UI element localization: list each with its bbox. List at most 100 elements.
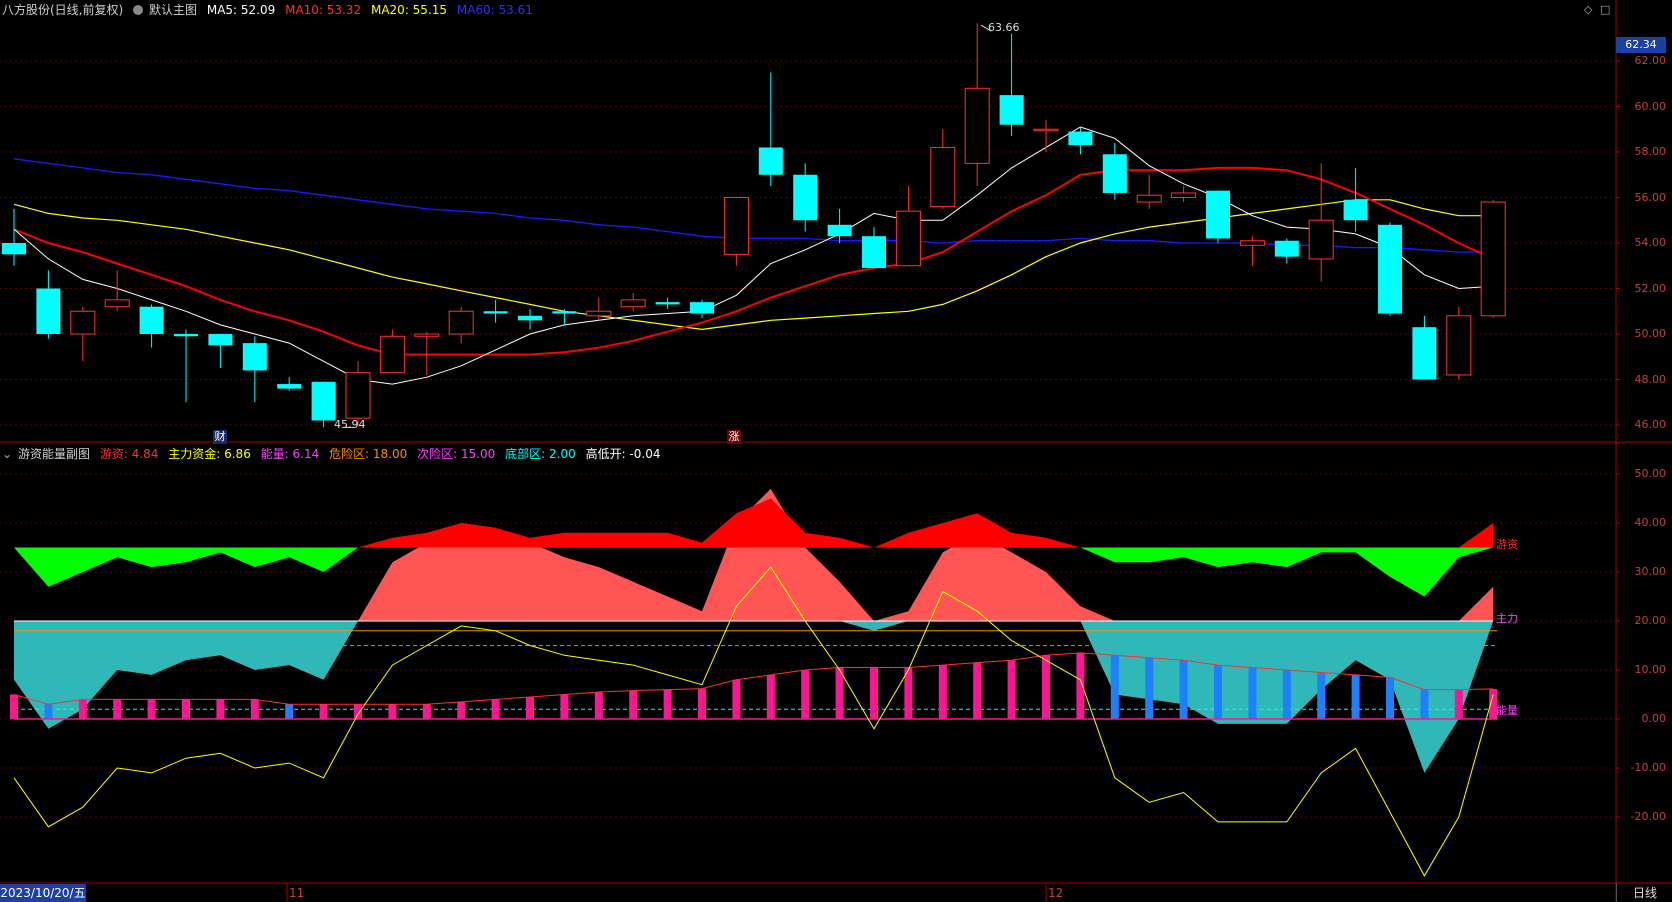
- price-chart[interactable]: [2, 23, 1506, 428]
- gear-icon[interactable]: [133, 5, 144, 15]
- candle: [139, 304, 164, 348]
- candle-body: [1102, 154, 1127, 193]
- candle: [242, 336, 267, 403]
- energy-bar: [1076, 652, 1085, 719]
- energy-bar: [766, 674, 775, 719]
- energy-bar: [1282, 670, 1291, 719]
- candle: [1033, 120, 1059, 152]
- candle-body: [827, 224, 852, 237]
- window-close-icon[interactable]: □: [1600, 3, 1610, 16]
- zhuli-area-negative: [14, 621, 1494, 773]
- energy-bar: [457, 701, 466, 719]
- candle: [1171, 186, 1197, 203]
- energy-bar: [1454, 689, 1463, 719]
- candle-body: [277, 384, 302, 389]
- candle-body: [586, 310, 612, 317]
- energy-bar: [1351, 674, 1360, 719]
- candle: [70, 306, 96, 362]
- stock-title[interactable]: 八方股份(日线,前复权): [2, 3, 123, 17]
- candle-body: [70, 310, 96, 335]
- energy-bar: [973, 662, 982, 719]
- candle: [1480, 199, 1506, 319]
- candle: [1274, 238, 1299, 264]
- candle-body: [552, 311, 577, 314]
- sub-tick: -10.00: [1630, 761, 1666, 774]
- candle-body: [1343, 199, 1368, 221]
- sub-chart-header: ⌄ 游资能量副图 游资: 4.84 主力资金: 6.86 能量: 6.14 危险区…: [2, 444, 666, 464]
- sub-tick: 50.00: [1634, 467, 1667, 480]
- ma5-line: [13, 126, 1494, 385]
- sub-tick: 20.00: [1634, 614, 1667, 627]
- energy-bar: [285, 704, 294, 719]
- candle: [999, 33, 1024, 137]
- energy-bar: [560, 694, 569, 719]
- candle: [620, 293, 646, 312]
- candle-body: [1378, 224, 1402, 314]
- sub-indicator-name[interactable]: 游资能量副图: [18, 447, 90, 461]
- sub-tick: 0.00: [1641, 712, 1667, 725]
- candle-body: [379, 335, 405, 374]
- candle: [793, 163, 818, 232]
- price-tick: 46.00: [1634, 418, 1667, 431]
- candle-body: [999, 95, 1024, 125]
- candle: [1412, 315, 1437, 380]
- price-tick: 50.00: [1634, 327, 1667, 340]
- limit-up-marker[interactable]: 涨: [727, 430, 741, 444]
- candle: [1239, 236, 1265, 266]
- candle-body: [895, 210, 921, 267]
- energy-bar: [250, 699, 259, 719]
- candle: [723, 197, 749, 266]
- energy-bar: [388, 704, 397, 719]
- energy-bar: [663, 689, 672, 719]
- candle: [1378, 222, 1402, 316]
- current-price-tag: 62.34: [1616, 37, 1666, 53]
- energy-bar: [594, 692, 603, 719]
- ma10-line: [13, 166, 1494, 356]
- youzi-line-label: 游资: [1496, 538, 1518, 551]
- nengliang-value: 能量: 6.14: [260, 447, 320, 461]
- candle: [758, 72, 783, 187]
- candle-body: [1206, 190, 1230, 239]
- energy-bar: [10, 694, 18, 719]
- candle-body: [1412, 327, 1437, 380]
- ma20-line: [13, 199, 1494, 331]
- youzi-value: 游资: 4.84: [99, 447, 159, 461]
- energy-bar: [147, 699, 156, 719]
- chevron-down-icon[interactable]: ⌄: [2, 444, 12, 464]
- energy-bar: [1248, 667, 1257, 719]
- energy-bar: [732, 679, 741, 719]
- sub-tick: 30.00: [1634, 565, 1667, 578]
- dibu-value: 底部区: 2.00: [505, 447, 576, 461]
- energy-bar: [1214, 665, 1222, 719]
- period-button[interactable]: 日线: [1616, 884, 1672, 902]
- candle-body: [1033, 128, 1059, 132]
- candle: [208, 334, 233, 369]
- candle-body: [1308, 219, 1334, 260]
- candle-body: [620, 299, 646, 308]
- candle: [483, 299, 508, 323]
- candle: [1102, 142, 1127, 200]
- candle: [1136, 174, 1162, 209]
- candle: [1446, 306, 1472, 380]
- energy-bar: [526, 696, 534, 719]
- month-label-12: 12: [1048, 886, 1064, 900]
- candle-body: [242, 343, 267, 371]
- window-restore-icon[interactable]: ◇: [1584, 3, 1592, 16]
- zhuli-line-label: 主力: [1496, 612, 1518, 625]
- candle-body: [1068, 131, 1093, 146]
- energy-bar: [1042, 655, 1050, 719]
- candle: [311, 381, 336, 428]
- energy-bar: [491, 699, 500, 719]
- candle-body: [518, 315, 542, 321]
- candle: [930, 129, 956, 209]
- main-indicator-name[interactable]: 默认主图: [149, 3, 197, 17]
- month-label-11: 11: [289, 886, 305, 900]
- youzi-energy-subchart[interactable]: [10, 488, 1498, 877]
- price-tick: 58.00: [1634, 145, 1667, 158]
- candle-body: [655, 302, 680, 305]
- finance-marker[interactable]: 财: [213, 430, 227, 444]
- candle-body: [723, 197, 749, 255]
- candle: [1308, 163, 1334, 282]
- candle-body: [104, 299, 130, 308]
- candle: [379, 329, 405, 374]
